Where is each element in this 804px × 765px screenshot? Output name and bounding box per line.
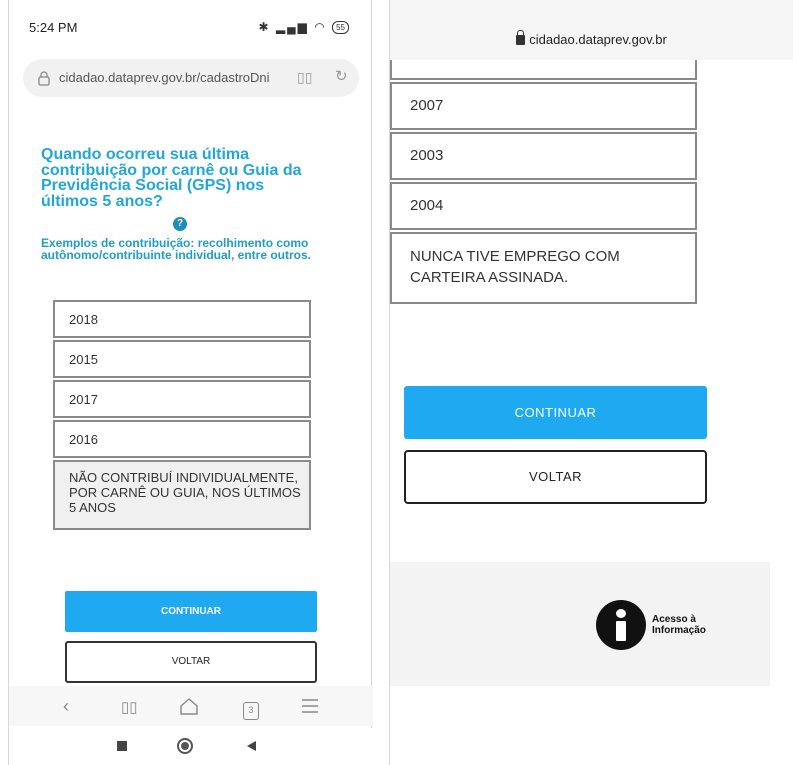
home-icon[interactable]: [179, 697, 199, 715]
tab-count: 3: [243, 702, 259, 720]
bookmarks-icon[interactable]: ▯▯: [121, 698, 138, 716]
back-button[interactable]: VOLTAR: [404, 450, 707, 504]
option-partial[interactable]: [390, 60, 697, 80]
tabs-icon[interactable]: 3: [243, 697, 259, 720]
help-icon[interactable]: ?: [173, 217, 187, 231]
status-time: 5:24 PM: [29, 20, 78, 35]
url-text[interactable]: cidadao.dataprev.gov.br/cadastroDni: [59, 70, 289, 85]
system-back-icon[interactable]: [245, 740, 257, 752]
reader-mode-icon[interactable]: ▯▯: [297, 69, 312, 86]
home-button-dot: [181, 742, 189, 750]
option-2016[interactable]: 2016: [53, 420, 311, 458]
bluetooth-icon: ✱: [258, 20, 271, 34]
battery-icon: 55: [332, 21, 349, 35]
option-2007[interactable]: 2007: [390, 82, 697, 130]
option-2015[interactable]: 2015: [53, 340, 311, 378]
options-list: 2007 2003 2004 NUNCA TIVE EMPREGO COM CA…: [390, 60, 697, 304]
address-bar[interactable]: cidadao.dataprev.gov.br: [390, 30, 793, 47]
recent-apps-icon[interactable]: [117, 741, 127, 751]
system-navigation-bar: [9, 728, 373, 765]
continue-button[interactable]: CONTINUAR: [404, 386, 707, 439]
address-bar[interactable]: cidadao.dataprev.gov.br/cadastroDni ▯▯ ↻: [23, 59, 359, 97]
access-line-1: Acesso à: [652, 614, 696, 625]
status-icons: ✱ ▂▄▆ ◠ 55: [258, 20, 349, 35]
access-information-icon[interactable]: [596, 600, 646, 650]
lock-icon: [38, 71, 50, 86]
url-text[interactable]: cidadao.dataprev.gov.br: [529, 32, 667, 47]
continue-button[interactable]: CONTINUAR: [65, 591, 317, 632]
footer: Acesso à Informação: [390, 562, 770, 686]
option-2018[interactable]: 2018: [53, 300, 311, 338]
option-no-contribution[interactable]: NÃO CONTRIBUÍ INDIVIDUALMENTE, POR CARNÊ…: [53, 460, 311, 530]
options-list: 2018 2015 2017 2016 NÃO CONTRIBUÍ INDIVI…: [53, 300, 311, 532]
option-2004[interactable]: 2004: [390, 182, 697, 230]
lock-icon: [516, 30, 526, 45]
browser-top-bar: cidadao.dataprev.gov.br: [390, 0, 793, 60]
status-bar: 5:24 PM ✱ ▂▄▆ ◠ 55: [9, 0, 373, 52]
back-button[interactable]: VOLTAR: [65, 641, 317, 683]
back-arrow-icon[interactable]: ‹: [63, 696, 69, 717]
right-phone-screen: cidadao.dataprev.gov.br 2007 2003 2004 N…: [389, 0, 793, 765]
question-heading: Quando ocorreu sua última contribuição p…: [41, 146, 302, 210]
home-button-icon[interactable]: [177, 738, 193, 754]
signal-icon: ▂▄▆: [275, 20, 309, 34]
access-information-label[interactable]: Acesso à Informação: [652, 614, 706, 636]
wifi-icon: ◠: [314, 20, 327, 34]
info-stem: [616, 621, 626, 641]
option-2003[interactable]: 2003: [390, 132, 697, 180]
info-dot: [616, 609, 626, 618]
reload-icon[interactable]: ↻: [335, 67, 348, 85]
access-line-2: Informação: [652, 625, 706, 636]
browser-toolbar: ‹ ▯▯ 3: [9, 686, 373, 726]
examples-text: Exemplos de contribuição: recolhimento c…: [41, 236, 311, 262]
option-never-employed[interactable]: NUNCA TIVE EMPREGO COM CARTEIRA ASSINADA…: [390, 232, 697, 304]
menu-icon[interactable]: [301, 699, 319, 713]
option-2017[interactable]: 2017: [53, 380, 311, 418]
left-phone-screen: 5:24 PM ✱ ▂▄▆ ◠ 55 cidadao.dataprev.gov.…: [8, 0, 373, 765]
